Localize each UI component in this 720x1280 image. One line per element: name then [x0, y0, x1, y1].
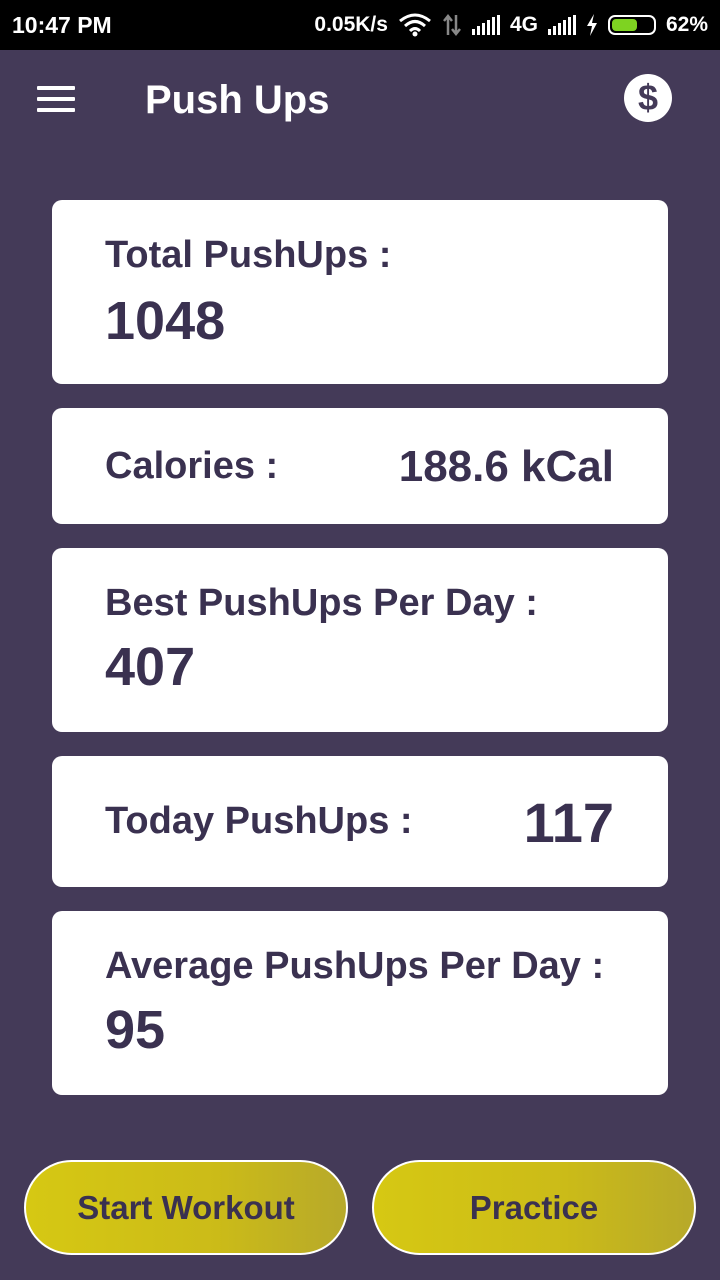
total-pushups-card: Total PushUps : 1048: [52, 200, 668, 384]
start-workout-button[interactable]: Start Workout: [24, 1160, 348, 1255]
signal-icon: [471, 15, 500, 35]
average-pushups-label: Average PushUps Per Day :: [105, 945, 605, 987]
today-pushups-label: Today PushUps :: [105, 800, 413, 842]
wifi-icon: [399, 13, 431, 37]
calories-value: 188.6 kCal: [398, 442, 614, 491]
total-pushups-value: 1048: [105, 291, 226, 351]
calories-card: Calories : 188.6 kCal: [52, 408, 668, 524]
status-bar: 10:47 PM 0.05K/s 4G 62%: [0, 0, 720, 50]
average-pushups-value: 95: [105, 1000, 166, 1060]
app-bar: Push Ups $: [0, 50, 720, 150]
best-pushups-value: 407: [105, 637, 196, 697]
hamburger-menu-icon[interactable]: [30, 76, 82, 122]
best-pushups-card: Best PushUps Per Day : 407: [52, 548, 668, 732]
data-transfer-icon: [442, 13, 461, 37]
total-pushups-label: Total PushUps :: [105, 234, 392, 276]
calories-label: Calories :: [105, 445, 279, 487]
status-time: 10:47 PM: [12, 12, 112, 38]
status-icons: 0.05K/s 4G 62%: [314, 0, 708, 50]
battery-icon: [607, 15, 656, 35]
network-speed: 0.05K/s: [314, 13, 388, 36]
battery-fill: [611, 19, 637, 31]
today-pushups-value: 117: [523, 791, 614, 854]
today-pushups-card: Today PushUps : 117: [52, 756, 668, 887]
practice-button[interactable]: Practice: [372, 1160, 696, 1255]
signal-icon-2: [547, 15, 576, 35]
charging-icon: [586, 14, 597, 36]
battery-percent: 62%: [665, 13, 708, 36]
average-pushups-card: Average PushUps Per Day : 95: [52, 911, 668, 1095]
best-pushups-label: Best PushUps Per Day :: [105, 582, 538, 624]
page-title: Push Ups: [145, 78, 330, 122]
dollar-icon[interactable]: $: [624, 74, 672, 122]
network-type: 4G: [509, 13, 538, 36]
